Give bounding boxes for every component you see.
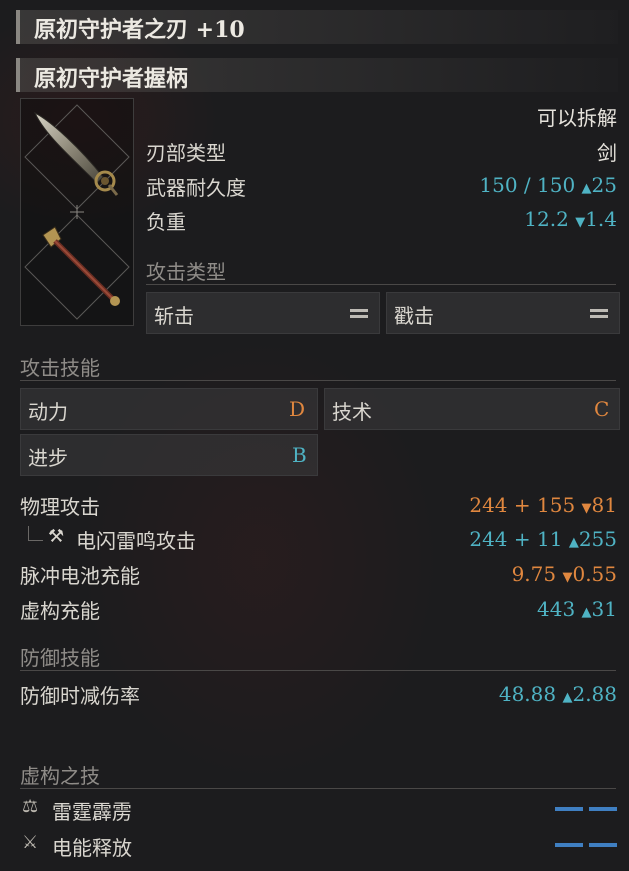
scales-icon: ⚖ [22,796,39,817]
fable-charge-row: 443 ▲31 [537,597,617,621]
guard-reduction-delta: 2.88 [572,682,617,706]
handle-name: 原初守护者握柄 [34,66,189,92]
durability-label: 武器耐久度 [146,176,246,200]
equal-icon [350,309,368,318]
increase-arrow-icon: ▲ [568,535,579,550]
physical-attack-delta: 81 [591,493,617,517]
slash-label: 斩击 [154,304,194,328]
weight-value: 12.2 [524,207,569,231]
durability-delta: 25 [591,173,617,197]
advance-grade: B [292,443,307,467]
defense-divider [20,670,616,671]
defense-skill-header: 防御技能 [20,646,100,670]
decrease-arrow-icon: ▼ [562,570,573,585]
hammer-icon: ⚒ [48,526,65,547]
increase-arrow-icon: ▲ [581,181,592,196]
empty-dash-icon [555,843,583,847]
empty-dash-icon [589,843,617,847]
physical-attack-value: 244 + 155 [469,493,576,517]
increase-arrow-icon: ▲ [562,690,573,705]
fable-charge-label: 虚构充能 [20,599,100,623]
weight-label: 负重 [146,210,186,234]
increase-arrow-icon: ▲ [581,605,592,620]
power-grade: D [289,397,306,421]
attack-type-divider [146,284,616,285]
fable-charge-delta: 31 [591,597,617,621]
pulse-charge-value: 9.75 [511,562,557,586]
thunder-attack-delta: 255 [578,527,617,551]
fable-art-2: 电能释放 [52,836,132,860]
weapon-title: 原初守护者之刃 +10 [34,17,245,43]
weapon-parts-icon [24,104,130,320]
blade-type-label: 刃部类型 [146,141,226,165]
physical-attack-row: 244 + 155 ▼81 [469,493,617,517]
attack-type-header: 攻击类型 [146,260,226,284]
advance-label: 进步 [28,446,68,470]
fable-charge-value: 443 [537,597,576,621]
guard-reduction-label: 防御时减伤率 [20,684,140,708]
pulse-charge-delta: 0.55 [572,562,617,586]
blade-type-value: 剑 [597,141,617,165]
physical-attack-label: 物理攻击 [20,495,100,519]
weapon-image-panel [20,98,134,326]
attack-skill-header: 攻击技能 [20,356,100,380]
tree-branch-icon [28,526,43,541]
decrease-arrow-icon: ▼ [575,215,586,230]
durability-value: 150 / 150 [479,173,576,197]
empty-dash-icon [589,807,617,811]
thunder-attack-value: 244 + 11 [469,527,563,551]
weight-delta: 1.4 [585,207,617,231]
durability-value-row: 150 / 150 ▲25 [479,173,617,197]
fable-arts-header: 虚构之技 [20,764,100,788]
guard-reduction-row: 48.88 ▲2.88 [499,682,617,706]
pulse-charge-row: 9.75 ▼0.55 [512,562,617,586]
equal-icon [590,309,608,318]
pierce-label: 戳击 [394,304,434,328]
guard-reduction-value: 48.88 [498,682,557,706]
crossed-swords-icon: ⚔ [22,832,39,853]
attack-skill-divider [20,380,616,381]
technique-label: 技术 [332,400,372,424]
fable-arts-divider [20,788,616,789]
empty-dash-icon [555,807,583,811]
dismantle-text: 可以拆解 [537,106,617,130]
weight-value-row: 12.2 ▼1.4 [524,207,617,231]
power-label: 动力 [28,400,68,424]
decrease-arrow-icon: ▼ [581,501,592,516]
pulse-charge-label: 脉冲电池充能 [20,564,140,588]
thunder-attack-label: 电闪雷鸣攻击 [76,529,196,553]
technique-grade: C [594,397,610,421]
thunder-attack-row: 244 + 11 ▲255 [469,527,617,551]
fable-art-1: 雷霆霹雳 [52,800,132,824]
